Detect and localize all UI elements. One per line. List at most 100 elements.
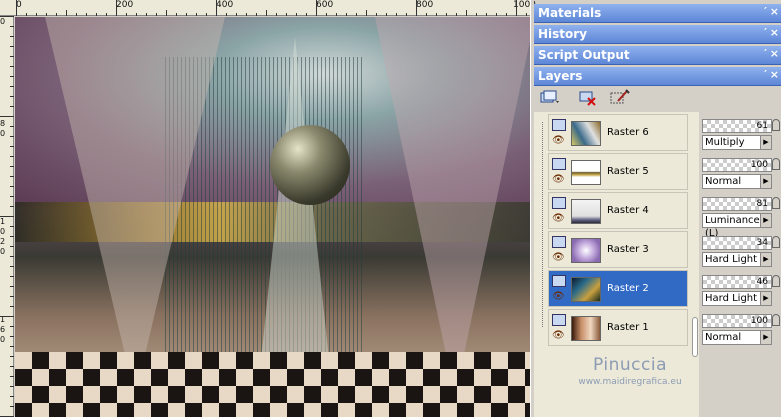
canvas-ray [45,17,225,397]
blend-mode-value: Hard Light [705,293,758,304]
layer-props-raster-1: 100 Normal ▶ [702,310,780,346]
ruler-tick [10,296,14,297]
ruler-tick [96,13,97,16]
layers-panel-header[interactable]: Layers ′ × [534,67,781,86]
pin-icon[interactable]: ′ [764,47,767,60]
ruler-tick [266,10,267,16]
ruler-tick [10,336,14,337]
dropdown-arrow-icon[interactable]: ▶ [760,214,771,227]
ruler-tick [436,13,437,16]
materials-panel-header[interactable]: Materials ′ × [534,4,781,23]
blend-mode-value: Multiply [705,137,745,148]
blend-mode-value: Normal [705,332,742,343]
dropdown-arrow-icon[interactable]: ▶ [760,331,771,344]
ruler-tick [446,13,447,16]
lock-icon[interactable] [772,119,780,131]
ruler-tick [36,13,37,16]
script-output-panel-header[interactable]: Script Output ′ × [534,46,781,65]
lock-icon[interactable] [772,236,780,248]
visibility-eye-icon[interactable]: 👁 [552,175,566,185]
visibility-eye-icon[interactable]: 👁 [552,253,566,263]
ruler-tick [10,236,14,237]
layer-props-raster-3: 34 Hard Light ▶ [702,232,780,268]
ruler-label: 2 [0,237,6,246]
ruler-tick [10,396,14,397]
ruler-label: 0 [0,129,6,138]
delete-layer-icon[interactable] [578,89,598,107]
dropdown-arrow-icon[interactable]: ▶ [760,136,771,149]
blend-mode-select[interactable]: Hard Light ▶ [702,252,772,267]
visibility-eye-icon[interactable]: 👁 [552,292,566,302]
ruler-label: 200 [116,0,134,10]
ruler-tick [10,176,14,177]
ruler-tick [10,56,14,57]
close-icon[interactable]: × [770,5,779,18]
scrollbar-thumb[interactable] [692,317,698,357]
panel-title: Layers [538,69,583,83]
opacity-slider[interactable]: 81 [702,197,772,211]
layer-name: Raster 4 [607,205,649,216]
opacity-slider[interactable]: 61 [702,119,772,133]
ruler-tick [126,13,127,16]
layer-row-raster-3[interactable]: 👁 Raster 3 [548,231,688,268]
ruler-tick [0,216,14,217]
ruler-tick [10,326,14,327]
visibility-eye-icon[interactable]: 👁 [552,214,566,224]
layer-name: Raster 3 [607,244,649,255]
ruler-tick [46,13,47,16]
pin-icon[interactable]: ′ [764,68,767,81]
layer-thumbnail [571,316,601,341]
edit-layer-icon[interactable] [610,89,630,107]
blend-mode-select[interactable]: Multiply ▶ [702,135,772,150]
ruler-tick [10,76,14,77]
dropdown-arrow-icon[interactable]: ▶ [760,175,771,188]
ruler-label: 600 [316,0,334,10]
close-icon[interactable]: × [770,68,779,81]
ruler-tick [10,286,14,287]
layer-page-icon [552,119,566,131]
image-canvas[interactable] [15,17,530,417]
ruler-tick [66,10,67,16]
blend-mode-select[interactable]: Luminance (L) ▶ [702,213,772,239]
layer-row-raster-5[interactable]: 👁 Raster 5 [548,153,688,190]
ruler-tick [0,116,14,117]
close-icon[interactable]: × [770,47,779,60]
ruler-tick [206,13,207,16]
ruler-tick [346,13,347,16]
ruler-tick [156,13,157,16]
opacity-slider[interactable]: 100 [702,314,772,328]
pin-icon[interactable]: ′ [764,26,767,39]
opacity-slider[interactable]: 34 [702,236,772,250]
visibility-eye-icon[interactable]: 👁 [552,136,566,146]
dropdown-arrow-icon[interactable]: ▶ [760,292,771,305]
ruler-tick [10,166,14,167]
visibility-eye-icon[interactable]: 👁 [552,331,566,341]
panel-title: History [538,27,588,41]
ruler-tick [10,156,14,157]
ruler-tick [416,0,417,16]
layer-row-raster-2[interactable]: 👁 Raster 2 [548,270,688,307]
layer-thumbnail [571,121,601,146]
pin-icon[interactable]: ′ [764,5,767,18]
layer-row-raster-1[interactable]: 👁 Raster 1 [548,309,688,346]
layer-properties: 61 Multiply ▶ 100 Normal ▶ 81 Luminance (L… [699,112,781,417]
opacity-slider[interactable]: 46 [702,275,772,289]
new-layer-icon[interactable] [540,89,560,107]
dropdown-arrow-icon[interactable]: ▶ [760,253,771,266]
layer-row-raster-4[interactable]: 👁 Raster 4 [548,192,688,229]
blend-mode-select[interactable]: Normal ▶ [702,330,772,345]
close-icon[interactable]: × [770,26,779,39]
watermark: Pinuccia www.maidiregrafica.eu [565,355,695,387]
panel-title: Materials [538,6,602,20]
opacity-slider[interactable]: 100 [702,158,772,172]
lock-icon[interactable] [772,197,780,209]
blend-mode-select[interactable]: Hard Light ▶ [702,291,772,306]
lock-icon[interactable] [772,158,780,170]
layer-thumbnail [571,199,601,224]
layer-row-raster-6[interactable]: 👁 Raster 6 [548,114,688,151]
lock-icon[interactable] [772,314,780,326]
blend-mode-value: Hard Light [705,254,758,265]
lock-icon[interactable] [772,275,780,287]
history-panel-header[interactable]: History ′ × [534,25,781,44]
blend-mode-select[interactable]: Normal ▶ [702,174,772,189]
